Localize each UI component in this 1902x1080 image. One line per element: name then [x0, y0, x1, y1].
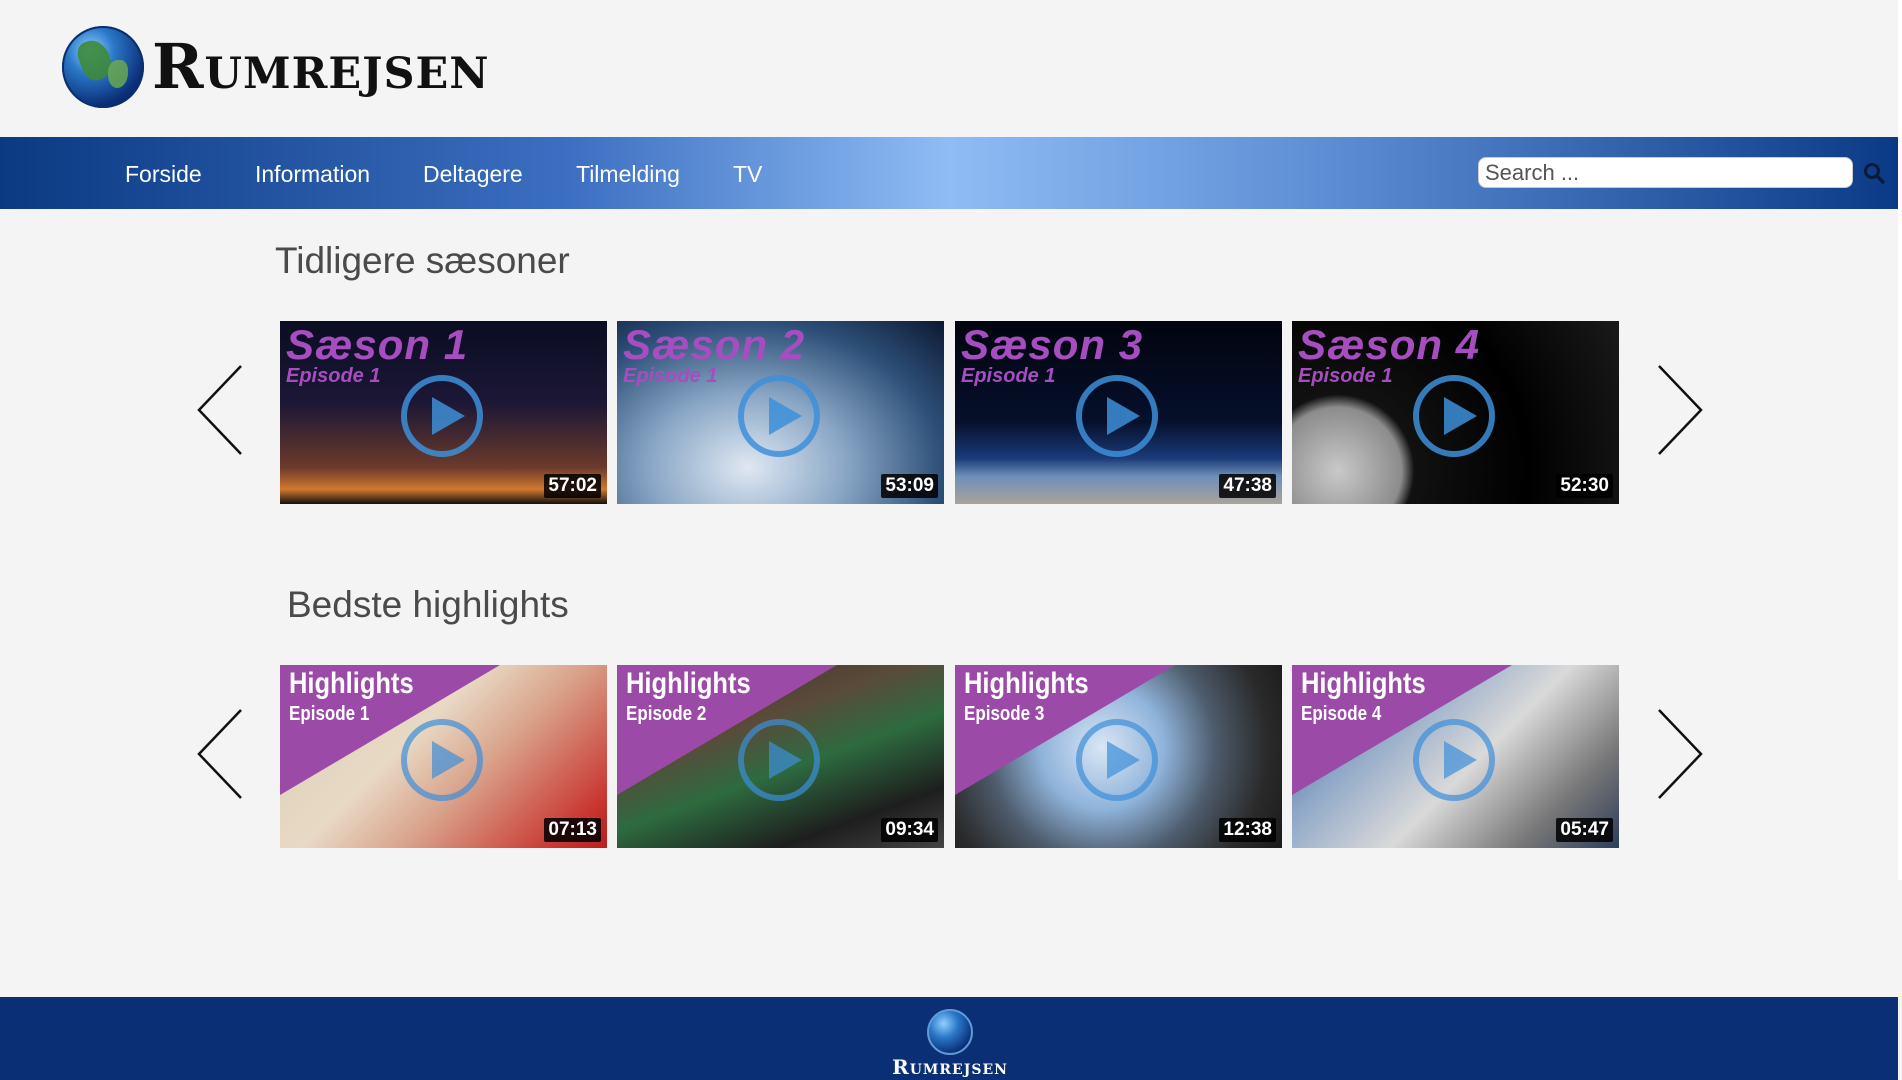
play-icon[interactable]	[1411, 717, 1497, 803]
globe-logo-icon	[62, 26, 144, 108]
highlights-next-arrow-icon[interactable]	[1653, 708, 1705, 800]
nav-item-deltagere[interactable]: Deltagere	[423, 161, 523, 188]
site-header: Rumrejsen	[0, 0, 1902, 137]
nav-item-tv[interactable]: TV	[733, 161, 762, 188]
season-1-video-thumbnail[interactable]: Sæson 1 Episode 1 57:02	[280, 321, 607, 504]
highlight-2-video-thumbnail[interactable]: Highlights Episode 2 09:34	[617, 665, 944, 848]
seasons-prev-arrow-icon[interactable]	[195, 364, 247, 456]
video-duration: 05:47	[1556, 818, 1613, 842]
video-duration: 57:02	[544, 474, 601, 498]
nav-item-information[interactable]: Information	[255, 161, 370, 188]
video-episode: Episode 1	[623, 365, 718, 387]
season-4-video-thumbnail[interactable]: Sæson 4 Episode 1 52:30	[1292, 321, 1619, 504]
highlight-3-video-thumbnail[interactable]: Highlights Episode 3 12:38	[955, 665, 1282, 848]
play-icon[interactable]	[399, 717, 485, 803]
footer-brand-name: Rumrejsen	[892, 1055, 1008, 1079]
search-input[interactable]	[1478, 157, 1853, 188]
brand-name: Rumrejsen	[152, 30, 490, 103]
play-icon[interactable]	[399, 373, 485, 459]
play-icon[interactable]	[736, 717, 822, 803]
video-title: Highlights	[626, 667, 751, 700]
highlights-heading: Bedste highlights	[287, 584, 569, 625]
play-icon[interactable]	[1074, 373, 1160, 459]
season-2-video-thumbnail[interactable]: Sæson 2 Episode 1 53:09	[617, 321, 944, 504]
video-title: Sæson 3	[961, 321, 1144, 368]
season-3-video-thumbnail[interactable]: Sæson 3 Episode 1 47:38	[955, 321, 1282, 504]
video-episode: Episode 1	[961, 365, 1056, 387]
site-footer: Rumrejsen	[0, 997, 1898, 1080]
site-logo[interactable]: Rumrejsen	[62, 26, 490, 108]
play-icon[interactable]	[1411, 373, 1497, 459]
highlights-prev-arrow-icon[interactable]	[195, 708, 247, 800]
video-episode: Episode 3	[964, 703, 1045, 725]
video-title: Highlights	[1301, 667, 1426, 700]
nav-item-tilmelding[interactable]: Tilmelding	[576, 161, 680, 188]
seasons-next-arrow-icon[interactable]	[1653, 364, 1705, 456]
highlight-1-video-thumbnail[interactable]: Highlights Episode 1 07:13	[280, 665, 607, 848]
footer-logo[interactable]: Rumrejsen	[875, 1009, 1025, 1079]
video-episode: Episode 1	[1298, 365, 1393, 387]
video-title: Sæson 1	[286, 321, 469, 368]
video-duration: 47:38	[1219, 474, 1276, 498]
video-episode: Episode 2	[626, 703, 707, 725]
search-icon[interactable]	[1862, 161, 1886, 185]
video-title: Highlights	[964, 667, 1089, 700]
nav-item-forside[interactable]: Forside	[125, 161, 202, 188]
video-duration: 12:38	[1219, 818, 1276, 842]
video-duration: 52:30	[1556, 474, 1613, 498]
video-episode: Episode 1	[289, 703, 370, 725]
video-duration: 07:13	[544, 818, 601, 842]
video-title: Sæson 2	[623, 321, 806, 368]
video-title: Highlights	[289, 667, 414, 700]
video-episode: Episode 1	[286, 365, 381, 387]
seasons-heading: Tidligere sæsoner	[275, 240, 570, 281]
main-nav: Forside Information Deltagere Tilmelding…	[0, 137, 1898, 209]
play-icon[interactable]	[1074, 717, 1160, 803]
video-title: Sæson 4	[1298, 321, 1481, 368]
page-edge	[1898, 0, 1902, 880]
highlight-4-video-thumbnail[interactable]: Highlights Episode 4 05:47	[1292, 665, 1619, 848]
video-duration: 09:34	[881, 818, 938, 842]
video-duration: 53:09	[881, 474, 938, 498]
video-episode: Episode 4	[1301, 703, 1382, 725]
play-icon[interactable]	[736, 373, 822, 459]
globe-logo-icon	[927, 1009, 973, 1055]
